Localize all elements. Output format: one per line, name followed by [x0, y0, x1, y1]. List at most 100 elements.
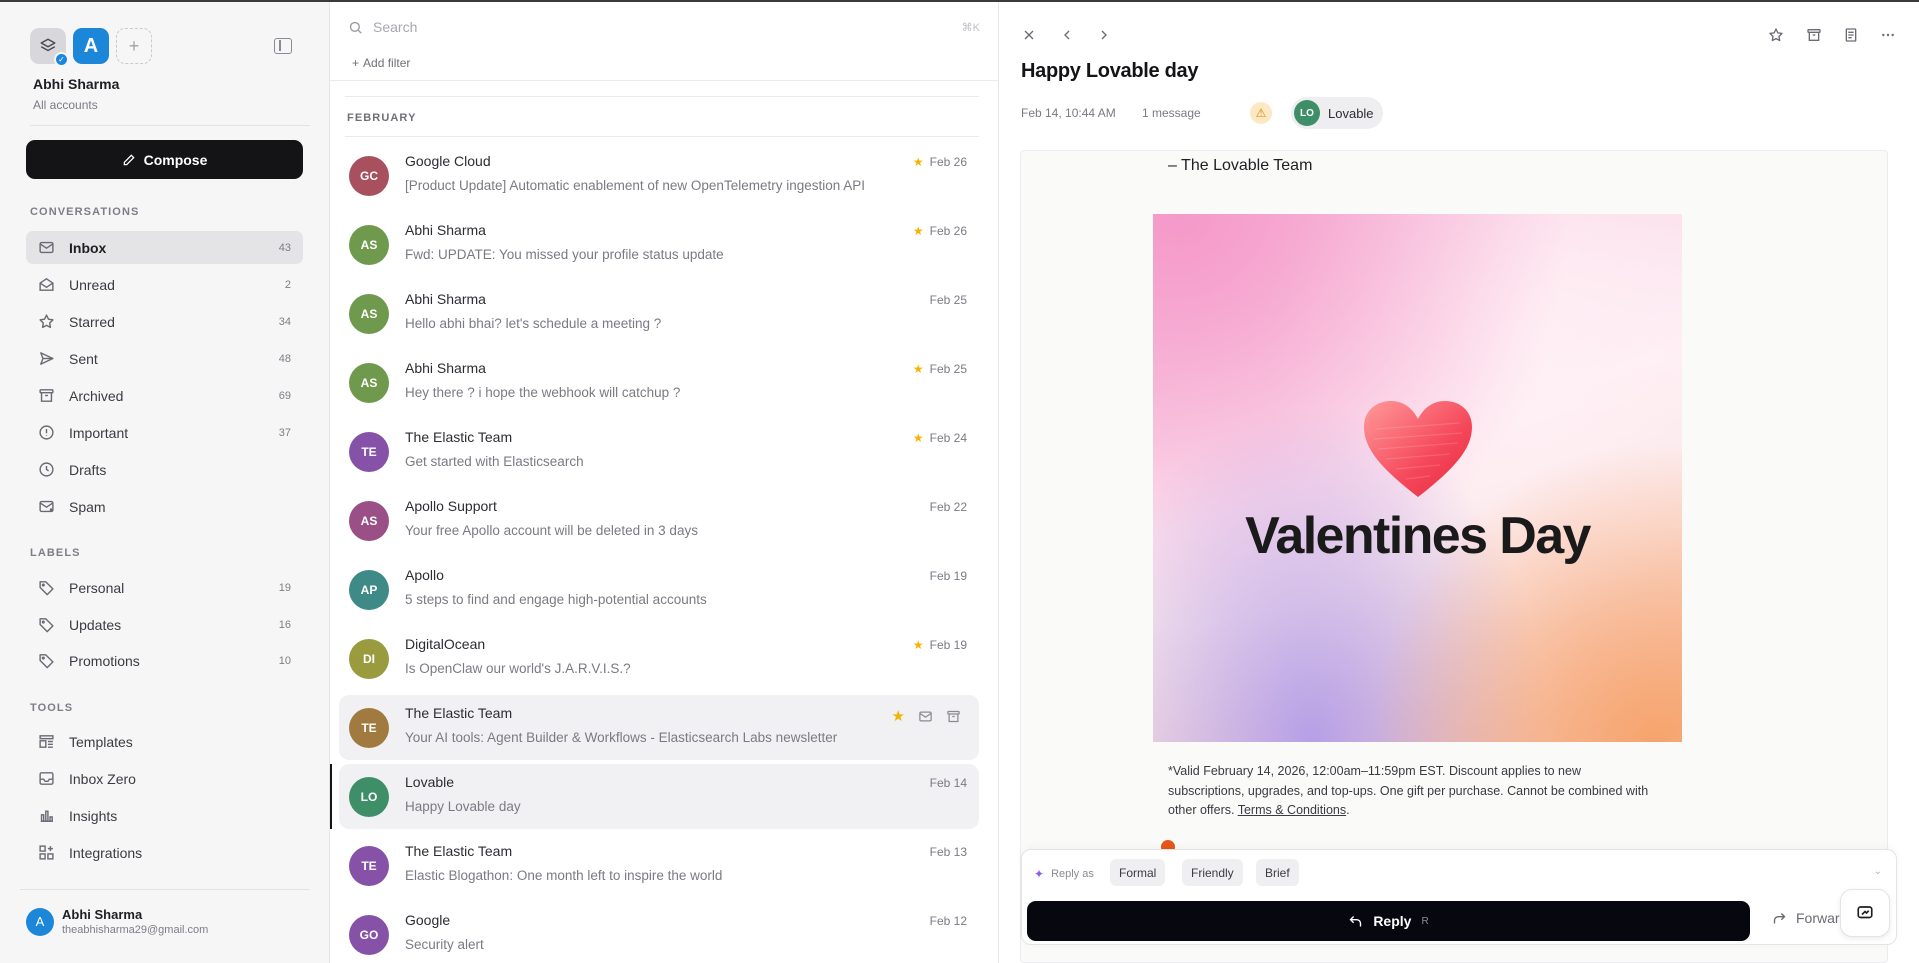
reply-label: Reply — [1373, 913, 1412, 929]
message-date: ★ Feb 24 — [913, 431, 967, 445]
nav-item-drafts[interactable]: Drafts — [26, 453, 303, 486]
more-icon[interactable] — [1877, 24, 1899, 46]
tone-friendly-button[interactable]: Friendly — [1182, 859, 1243, 886]
avatar: AS — [349, 294, 389, 334]
label-count: 16 — [278, 618, 291, 631]
star-icon[interactable]: ★ — [913, 638, 924, 652]
divider — [345, 96, 979, 97]
sender-chip[interactable]: LO Lovable — [1291, 97, 1383, 129]
message-row[interactable]: TE The Elastic Team Elastic Blogathon: One… — [339, 833, 979, 898]
warning-icon[interactable]: ⚠ — [1250, 102, 1272, 124]
templates-icon — [36, 733, 56, 751]
nav-label: Sent — [69, 350, 98, 367]
star-icon[interactable]: ★ — [913, 224, 924, 238]
star-icon[interactable] — [1765, 24, 1787, 46]
footer-user-email: theabhisharma29@gmail.com — [62, 924, 209, 936]
nav-item-starred[interactable]: Starred 34 — [26, 305, 303, 338]
message-row[interactable]: AS Apollo Support Your free Apollo account… — [339, 488, 979, 553]
label-item-updates[interactable]: Updates 16 — [26, 608, 303, 641]
tool-item-inbox-zero[interactable]: Inbox Zero — [26, 762, 303, 795]
nav-item-inbox[interactable]: Inbox 43 — [26, 231, 303, 264]
message-row[interactable]: AS Abhi Sharma Hello abhi bhai? let's sche… — [339, 281, 979, 346]
archive-icon[interactable] — [946, 709, 961, 724]
message-sender: The Elastic Team — [405, 705, 513, 721]
notes-icon[interactable] — [1840, 24, 1862, 46]
message-row[interactable]: AS Abhi Sharma Fwd: UPDATE: You missed you… — [339, 212, 979, 277]
nav-item-archived[interactable]: Archived 69 — [26, 379, 303, 412]
account-avatar[interactable]: A — [73, 28, 109, 64]
message-date: Feb 22 — [930, 500, 967, 514]
terms-link[interactable]: Terms & Conditions — [1238, 803, 1346, 817]
nav-count: 48 — [278, 352, 291, 365]
message-row[interactable]: GO Google Security alert Feb 12 — [339, 902, 979, 963]
date-text: Feb 14 — [929, 776, 967, 790]
archive-icon[interactable] — [1803, 24, 1825, 46]
avatar: TE — [349, 708, 389, 748]
tool-item-templates[interactable]: Templates — [26, 725, 303, 758]
date-text: Feb 26 — [929, 155, 967, 169]
message-sender: DigitalOcean — [405, 636, 486, 652]
search-input[interactable] — [373, 19, 913, 35]
footer-user-name: Abhi Sharma — [62, 907, 143, 922]
divider — [30, 125, 310, 126]
message-row[interactable]: DI DigitalOcean Is OpenClaw our world's J.… — [339, 626, 979, 691]
email-body: – The Lovable Team Valentines Day *Valid… — [1020, 150, 1888, 963]
send-icon — [36, 350, 56, 368]
tool-item-integrations[interactable]: Integrations — [26, 836, 303, 869]
date-text: Feb 25 — [929, 362, 967, 376]
add-filter-button[interactable]: + Add filter — [352, 56, 410, 70]
tone-formal-button[interactable]: Formal — [1110, 859, 1166, 886]
nav-item-spam[interactable]: Spam — [26, 490, 303, 523]
chevron-down-icon[interactable]: ⌄ — [1874, 866, 1882, 877]
message-row[interactable]: LO Lovable Happy Lovable day Feb 14 — [330, 764, 979, 829]
message-subject: Your free Apollo account will be deleted… — [405, 523, 698, 538]
label-item-personal[interactable]: Personal 19 — [26, 571, 303, 604]
avatar: TE — [349, 846, 389, 886]
nav-item-important[interactable]: Important 37 — [26, 416, 303, 449]
add-account-button[interactable]: + — [116, 28, 152, 64]
message-subject: Security alert — [405, 937, 484, 952]
user-subtitle: All accounts — [33, 98, 98, 112]
nav-item-unread[interactable]: Unread 2 — [26, 268, 303, 301]
all-accounts-button[interactable]: ✓ — [30, 28, 69, 67]
message-row[interactable]: AS Abhi Sharma Hey there ? i hope the webh… — [339, 350, 979, 415]
label-name: Updates — [69, 616, 122, 633]
collapse-sidebar-icon[interactable] — [274, 38, 292, 54]
message-subject: 5 steps to find and engage high-potentia… — [405, 592, 707, 607]
tag-icon — [36, 652, 56, 670]
message-sender: Lovable — [405, 774, 455, 790]
label-item-promotions[interactable]: Promotions 10 — [26, 644, 303, 677]
compose-button[interactable]: Compose — [26, 140, 303, 179]
search-shortcut: ⌘K — [961, 21, 980, 34]
reply-icon — [1349, 915, 1362, 926]
tool-label: Templates — [69, 733, 133, 750]
nav-count: 37 — [278, 426, 291, 439]
star-icon[interactable]: ★ — [892, 707, 905, 725]
star-icon[interactable]: ★ — [913, 362, 924, 376]
star-icon[interactable]: ★ — [913, 155, 924, 169]
chevron-left-icon[interactable] — [1056, 24, 1078, 46]
message-row[interactable]: AP Apollo 5 steps to find and engage high-… — [339, 557, 979, 622]
tone-brief-button[interactable]: Brief — [1256, 859, 1299, 886]
inbox-icon — [36, 239, 56, 257]
archive-icon — [36, 387, 56, 405]
chat-button[interactable] — [1840, 889, 1890, 937]
reply-button[interactable]: Reply R — [1027, 901, 1750, 941]
clock-icon — [36, 461, 56, 479]
nav-count: 43 — [278, 241, 291, 254]
message-row[interactable]: TE The Elastic Team Get started with Elast… — [339, 419, 979, 484]
message-row[interactable]: TE The Elastic Team Your AI tools: Agent B… — [339, 695, 979, 760]
reply-composer: ✦ Reply as Formal Friendly Brief ⌄ Reply… — [1021, 849, 1897, 945]
current-user[interactable]: A Abhi Sharma theabhisharma29@gmail.com — [26, 907, 208, 936]
section-title-labels: LABELS — [30, 547, 81, 559]
close-icon[interactable] — [1018, 24, 1040, 46]
mail-icon[interactable] — [918, 709, 933, 724]
message-row[interactable]: GC Google Cloud [Product Update] Automatic… — [339, 143, 979, 208]
star-icon[interactable]: ★ — [913, 431, 924, 445]
message-list: ⌘K + Add filter FEBRUARY GC Google Cloud [… — [330, 2, 999, 963]
tool-item-insights[interactable]: Insights — [26, 799, 303, 832]
chevron-right-icon[interactable] — [1093, 24, 1115, 46]
reply-shortcut: R — [1421, 915, 1429, 927]
sparkle-icon: ✦ — [1034, 867, 1045, 881]
nav-item-sent[interactable]: Sent 48 — [26, 342, 303, 375]
